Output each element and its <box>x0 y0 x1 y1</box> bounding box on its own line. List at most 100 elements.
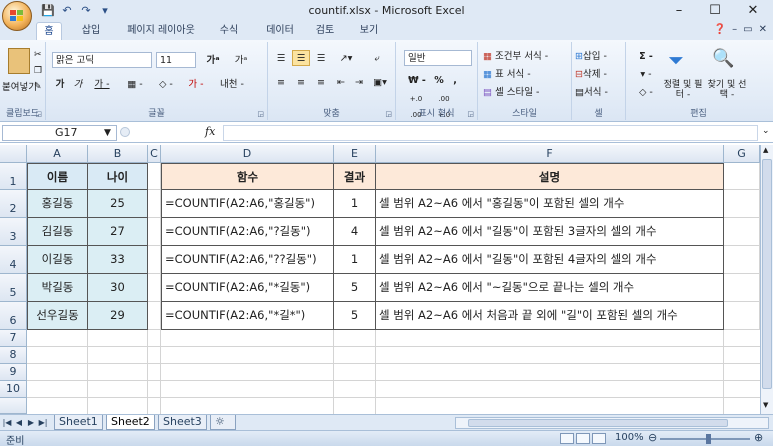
row-header[interactable]: 3 <box>0 218 27 246</box>
empty-cell[interactable] <box>148 163 161 190</box>
font-name-select[interactable]: 맑은 고딕 <box>52 52 152 68</box>
font-size-select[interactable]: 11 <box>156 52 196 68</box>
empty-cell[interactable] <box>724 218 760 246</box>
copy-icon[interactable]: ❐ <box>34 66 42 76</box>
phonetic-button[interactable]: 내천 - <box>212 76 252 92</box>
align-right-icon[interactable]: ≡ <box>312 74 330 90</box>
result-cell[interactable]: 5 <box>334 302 376 330</box>
sheet-tab-sheet1[interactable]: Sheet1 <box>54 415 103 430</box>
format-cells-button[interactable]: ▤서식 - <box>574 84 624 100</box>
find-select-button[interactable]: 찾기 및 선택 - <box>706 80 748 100</box>
description-cell[interactable]: 셀 범위 A2~A6 에서 "길동"이 포함된 4글자의 셀의 개수 <box>376 246 724 274</box>
name-cell[interactable]: 김길동 <box>27 218 88 246</box>
result-cell[interactable]: 1 <box>334 246 376 274</box>
age-cell[interactable]: 29 <box>88 302 148 330</box>
tab-page-layout[interactable]: 페이지 레이아웃 <box>118 22 204 40</box>
empty-cell[interactable] <box>148 218 161 246</box>
name-cell[interactable]: 홍길동 <box>27 190 88 218</box>
number-format-select[interactable]: 일반 <box>404 50 472 66</box>
description-cell[interactable]: 셀 범위 A2~A6 에서 "홍길동"이 포함된 셀의 개수 <box>376 190 724 218</box>
fill-button[interactable]: ▾ - <box>634 66 658 82</box>
empty-cell[interactable] <box>724 246 760 274</box>
align-top-icon[interactable]: ☰ <box>272 50 290 66</box>
underline-button[interactable]: 가 - <box>88 76 116 92</box>
increase-indent-icon[interactable]: ⇥ <box>350 74 368 90</box>
last-sheet-icon[interactable]: ▶| <box>38 416 48 430</box>
table-header-function[interactable]: 함수 <box>161 163 334 190</box>
horizontal-scrollbar[interactable] <box>455 417 769 429</box>
number-launcher-icon[interactable]: ◲ <box>467 110 474 118</box>
italic-button[interactable]: 가 <box>70 76 86 92</box>
maximize-button[interactable]: ☐ <box>697 0 733 22</box>
prev-sheet-icon[interactable]: ◀ <box>14 416 24 430</box>
ribbon-minimize-icon[interactable]: – <box>732 24 737 35</box>
percent-button[interactable]: % <box>432 72 446 88</box>
normal-view-icon[interactable] <box>560 433 574 444</box>
delete-cells-button[interactable]: ⊟삭제 - <box>574 66 624 82</box>
alignment-launcher-icon[interactable]: ◲ <box>385 110 392 118</box>
name-cell[interactable]: 이길동 <box>27 246 88 274</box>
orientation-icon[interactable]: ↗▾ <box>334 50 358 66</box>
comma-button[interactable]: , <box>448 72 462 88</box>
column-header-b[interactable]: B <box>88 145 148 163</box>
zoom-slider[interactable] <box>660 438 750 440</box>
align-center-icon[interactable]: ≡ <box>292 74 310 90</box>
formula-input[interactable] <box>223 125 758 141</box>
age-cell[interactable]: 27 <box>88 218 148 246</box>
name-cell[interactable]: 박길동 <box>27 274 88 302</box>
minimize-button[interactable]: – <box>661 0 697 22</box>
fill-color-button[interactable]: ◇ - <box>152 76 180 92</box>
row-header[interactable]: 10 <box>0 381 27 398</box>
formula-cell[interactable]: =COUNTIF(A2:A6,"??길동") <box>161 246 334 274</box>
vertical-scrollbar[interactable]: ▲ ▼ <box>760 145 773 414</box>
row-header[interactable]: 1 <box>0 163 27 190</box>
age-cell[interactable]: 25 <box>88 190 148 218</box>
row-header[interactable]: 7 <box>0 330 27 347</box>
cell-styles-button[interactable]: ▤ 셀 스타일 - <box>482 84 568 100</box>
formula-cell[interactable]: =COUNTIF(A2:A6,"홍길동") <box>161 190 334 218</box>
row-header[interactable]: 4 <box>0 246 27 274</box>
description-cell[interactable]: 셀 범위 A2~A6 에서 "길동"이 포함된 3글자의 셀의 개수 <box>376 218 724 246</box>
align-left-icon[interactable]: ≡ <box>272 74 290 90</box>
help-icon[interactable]: ❓ <box>714 24 726 35</box>
row-header[interactable] <box>0 398 27 414</box>
table-header-name[interactable]: 이름 <box>27 163 88 190</box>
table-header-result[interactable]: 결과 <box>334 163 376 190</box>
zoom-out-icon[interactable]: ⊖ <box>648 431 657 444</box>
table-header-age[interactable]: 나이 <box>88 163 148 190</box>
row-header[interactable]: 2 <box>0 190 27 218</box>
insert-cells-button[interactable]: ⊞삽입 - <box>574 48 624 64</box>
sheet-tab-sheet2[interactable]: Sheet2 <box>106 415 155 430</box>
description-cell[interactable]: 셀 범위 A2~A6 에서 처음과 끝 외에 "길"이 포함된 셀의 개수 <box>376 302 724 330</box>
font-launcher-icon[interactable]: ◲ <box>257 110 264 118</box>
currency-button[interactable]: ₩ - <box>404 72 430 88</box>
column-header-d[interactable]: D <box>161 145 334 163</box>
scroll-down-icon[interactable]: ▼ <box>763 401 768 409</box>
first-sheet-icon[interactable]: |◀ <box>2 416 12 430</box>
page-layout-view-icon[interactable] <box>576 433 590 444</box>
column-header-f[interactable]: F <box>376 145 724 163</box>
autosum-button[interactable]: Σ - <box>634 48 658 64</box>
tab-data[interactable]: 데이터 <box>260 22 300 40</box>
zoom-in-icon[interactable]: ⊕ <box>754 431 763 444</box>
expand-formula-bar-icon[interactable]: ⌄ <box>762 126 770 136</box>
formula-cell[interactable]: =COUNTIF(A2:A6,"?길동") <box>161 218 334 246</box>
age-cell[interactable]: 33 <box>88 246 148 274</box>
result-cell[interactable]: 4 <box>334 218 376 246</box>
empty-cell[interactable] <box>148 302 161 330</box>
column-header-c[interactable]: C <box>148 145 161 163</box>
grow-font-button[interactable]: 가ᵃ <box>200 52 226 68</box>
zoom-slider-thumb[interactable] <box>706 434 711 444</box>
row-header[interactable]: 5 <box>0 274 27 302</box>
empty-rows-area[interactable] <box>27 330 760 414</box>
name-cell[interactable]: 선우길동 <box>27 302 88 330</box>
ribbon-restore-icon[interactable]: ▭ <box>743 24 752 35</box>
age-cell[interactable]: 30 <box>88 274 148 302</box>
name-box[interactable]: G17 <box>2 125 117 141</box>
ribbon-close-icon[interactable]: ✕ <box>759 24 767 35</box>
result-cell[interactable]: 5 <box>334 274 376 302</box>
empty-cell[interactable] <box>148 246 161 274</box>
cut-icon[interactable]: ✂ <box>34 50 42 60</box>
clipboard-launcher-icon[interactable]: ◲ <box>35 110 42 118</box>
column-header-g[interactable]: G <box>724 145 760 163</box>
